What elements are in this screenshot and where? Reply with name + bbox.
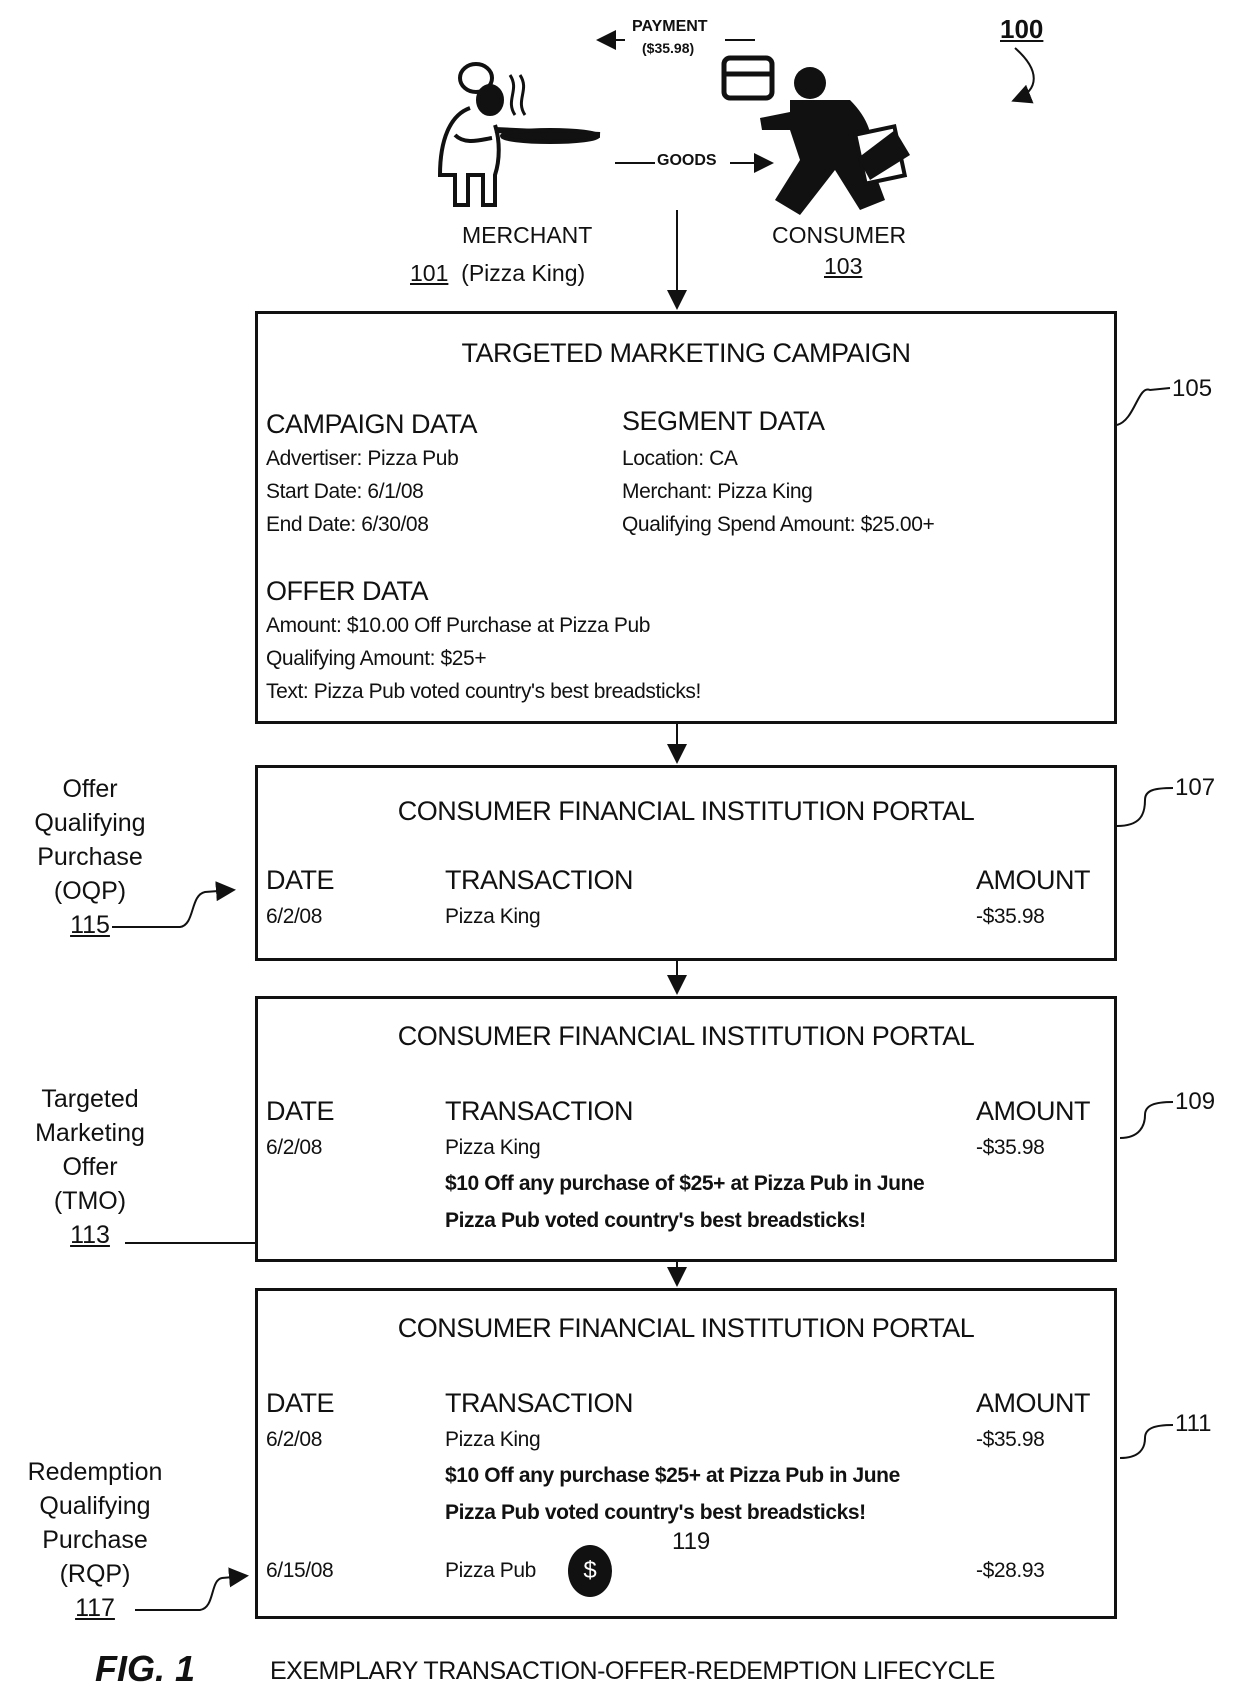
row-transaction: Pizza King xyxy=(445,1136,541,1159)
header-date: DATE xyxy=(266,865,335,895)
credit-card-icon xyxy=(721,55,775,101)
campaign-title: TARGETED MARKETING CAMPAIGN xyxy=(461,338,911,368)
row-transaction: Pizza King xyxy=(445,905,541,928)
ref-100-arrow xyxy=(1011,47,1035,104)
rqp-line: Redemption xyxy=(27,1458,163,1486)
header-transaction: TRANSACTION xyxy=(445,865,634,895)
rqp-line: Qualifying xyxy=(39,1492,151,1520)
row-transaction: Pizza King xyxy=(445,1428,541,1451)
segment-data-line: Location: CA xyxy=(622,447,738,470)
merchant-chef-icon xyxy=(437,62,601,207)
figure-ref-number: 100 xyxy=(1000,14,1043,45)
row-date: 6/15/08 xyxy=(266,1559,334,1582)
portal-title: CONSUMER FINANCIAL INSTITUTION PORTAL xyxy=(397,1313,975,1343)
figure-caption-text: EXEMPLARY TRANSACTION-OFFER-REDEMPTION L… xyxy=(270,1657,995,1685)
consumer-ref: 103 xyxy=(824,253,863,279)
ref-109-leader xyxy=(1119,1101,1174,1139)
row-amount: -$35.98 xyxy=(976,905,1045,928)
rqp-label: Redemption Qualifying Purchase (RQP) 117 xyxy=(10,1455,180,1625)
header-transaction: TRANSACTION xyxy=(445,1096,634,1126)
campaign-ref: 105 xyxy=(1172,375,1213,402)
payment-label: PAYMENT xyxy=(632,18,708,35)
campaign-data-heading: CAMPAIGN DATA xyxy=(266,409,478,439)
goods-label: GOODS xyxy=(657,152,717,169)
ref-107-leader xyxy=(1116,787,1174,827)
segment-data-heading: SEGMENT DATA xyxy=(622,406,825,436)
merchant-ref: 101 xyxy=(410,260,449,286)
portal-box-107: CONSUMER FINANCIAL INSTITUTION PORTAL DA… xyxy=(255,765,1117,961)
header-amount: AMOUNT xyxy=(976,1096,1091,1126)
portal-ref-109: 109 xyxy=(1175,1088,1216,1115)
ref-111-leader xyxy=(1119,1424,1174,1459)
row-amount: -$28.93 xyxy=(976,1559,1045,1582)
rqp-line: Purchase xyxy=(42,1526,148,1554)
offer-data-line: Amount: $10.00 Off Purchase at Pizza Pub xyxy=(266,614,651,637)
campaign-data-line: Advertiser: Pizza Pub xyxy=(266,447,459,470)
campaign-data-line: Start Date: 6/1/08 xyxy=(266,480,424,503)
merchant-name: (Pizza King) xyxy=(461,260,586,286)
offer-line: $10 Off any purchase of $25+ at Pizza Pu… xyxy=(445,1172,925,1195)
oqp-line: Qualifying xyxy=(34,809,146,837)
offer-line: $10 Off any purchase $25+ at Pizza Pub i… xyxy=(445,1464,900,1487)
campaign-data-line: End Date: 6/30/08 xyxy=(266,513,429,536)
oqp-line: (OQP) xyxy=(53,877,127,905)
merchant-ref-line: 101 (Pizza King) xyxy=(410,260,585,287)
portal-box-111: CONSUMER FINANCIAL INSTITUTION PORTAL DA… xyxy=(255,1288,1117,1619)
segment-data-line: Qualifying Spend Amount: $25.00+ xyxy=(622,513,935,536)
header-date: DATE xyxy=(266,1096,335,1126)
tmo-line: Targeted xyxy=(41,1085,139,1113)
consumer-label: CONSUMER xyxy=(772,222,907,248)
row-transaction: Pizza Pub xyxy=(445,1559,536,1582)
tmo-line: Offer xyxy=(62,1153,118,1181)
portal-box-109: CONSUMER FINANCIAL INSTITUTION PORTAL DA… xyxy=(255,996,1117,1262)
row-amount: -$35.98 xyxy=(976,1428,1045,1451)
targeted-marketing-campaign-box: TARGETED MARKETING CAMPAIGN CAMPAIGN DAT… xyxy=(255,311,1117,724)
offer-data-heading: OFFER DATA xyxy=(266,576,429,606)
portal-title: CONSUMER FINANCIAL INSTITUTION PORTAL xyxy=(397,1021,975,1051)
header-amount: AMOUNT xyxy=(976,1388,1091,1418)
portal-ref-107: 107 xyxy=(1175,774,1216,801)
portal-ref-111: 111 xyxy=(1175,1410,1212,1437)
consumer-businessman-icon xyxy=(760,67,910,215)
tmo-line: (TMO) xyxy=(53,1187,127,1215)
payment-amount: ($35.98) xyxy=(642,40,695,56)
tmo-ref: 113 xyxy=(70,1221,110,1249)
row-date: 6/2/08 xyxy=(266,905,322,928)
oqp-line: Offer xyxy=(62,775,118,803)
oqp-line: Purchase xyxy=(37,843,143,871)
dollar-glyph: $ xyxy=(583,1557,597,1584)
rqp-ref: 117 xyxy=(75,1594,115,1622)
header-date: DATE xyxy=(266,1388,335,1418)
offer-data-line: Text: Pizza Pub voted country's best bre… xyxy=(266,680,701,703)
oqp-ref: 115 xyxy=(70,911,110,939)
oqp-label: Offer Qualifying Purchase (OQP) 115 xyxy=(20,772,160,942)
row-date: 6/2/08 xyxy=(266,1136,322,1159)
figure-caption-number: FIG. 1 xyxy=(95,1648,196,1689)
merchant-label: MERCHANT xyxy=(462,222,593,248)
figure-ref-text: 100 xyxy=(1000,14,1044,44)
offer-line: Pizza Pub voted country's best breadstic… xyxy=(445,1209,866,1232)
portal-title: CONSUMER FINANCIAL INSTITUTION PORTAL xyxy=(397,796,975,826)
row-date: 6/2/08 xyxy=(266,1428,322,1451)
offer-data-line: Qualifying Amount: $25+ xyxy=(266,647,487,670)
header-amount: AMOUNT xyxy=(976,865,1091,895)
header-transaction: TRANSACTION xyxy=(445,1388,634,1418)
row-amount: -$35.98 xyxy=(976,1136,1045,1159)
tmo-line: Marketing xyxy=(35,1119,145,1147)
segment-data-line: Merchant: Pizza King xyxy=(622,480,813,503)
offer-line: Pizza Pub voted country's best breadstic… xyxy=(445,1501,866,1524)
redemption-icon-ref: 119 xyxy=(672,1528,711,1555)
rqp-line: (RQP) xyxy=(59,1560,131,1588)
redemption-dollar-icon: $ xyxy=(568,1545,612,1597)
tmo-label: Targeted Marketing Offer (TMO) 113 xyxy=(20,1082,160,1252)
ref-105-leader xyxy=(1116,387,1171,426)
